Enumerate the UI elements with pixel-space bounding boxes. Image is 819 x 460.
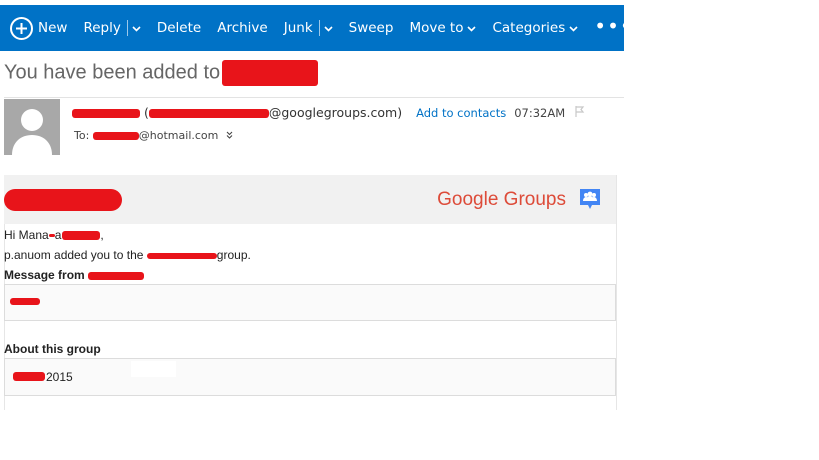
about-group-year: 2015 <box>46 370 73 384</box>
added-line: p.anuom added you to the group. <box>4 248 251 262</box>
message-from-heading: Message from <box>4 268 145 282</box>
blank-patch <box>131 361 176 377</box>
sweep-button[interactable]: Sweep <box>341 5 402 51</box>
more-icon: ••• <box>594 14 633 38</box>
junk-separator <box>318 20 320 36</box>
person-icon <box>12 109 52 155</box>
sender-line: (@googlegroups.com) Add to contacts 07:3… <box>72 105 585 120</box>
redaction-mark <box>72 109 140 118</box>
about-label: About this group <box>4 342 101 356</box>
message-from-label: Message from <box>4 268 85 282</box>
expand-recipients-icon[interactable] <box>226 129 233 142</box>
message-box <box>4 284 616 321</box>
categories-button[interactable]: Categories <box>484 5 586 51</box>
greeting-text: Hi Mana <box>4 228 49 242</box>
avatar <box>4 99 60 155</box>
redaction-mark <box>88 271 145 280</box>
chevron-down-icon <box>467 20 477 36</box>
reply-label: Reply <box>83 20 121 36</box>
new-label: New <box>38 20 68 36</box>
delete-label: Delete <box>156 20 202 36</box>
plus-icon <box>10 16 33 40</box>
junk-button[interactable]: Junk <box>276 5 341 51</box>
header-divider <box>4 97 624 98</box>
categories-label: Categories <box>492 20 566 36</box>
move-to-label: Move to <box>409 20 464 36</box>
redaction-mark <box>222 60 319 86</box>
google-groups-icon <box>578 187 602 211</box>
more-actions-button[interactable]: ••• <box>586 5 640 51</box>
added-text-end: group. <box>216 248 251 262</box>
subject-text: You have been added to <box>4 61 221 84</box>
redaction-mark <box>48 234 55 238</box>
redaction-mark <box>13 372 45 381</box>
message-subject: You have been added to <box>4 60 319 86</box>
delete-button[interactable]: Delete <box>149 5 209 51</box>
greeting-line: Hi Mana a, <box>4 228 104 242</box>
redaction-mark <box>146 252 217 259</box>
redaction-mark <box>4 189 122 211</box>
redaction-mark <box>92 132 139 140</box>
recipient-line: To: @hotmail.com <box>74 129 233 142</box>
about-group-heading: About this group <box>4 342 101 356</box>
chevron-down-icon <box>569 20 578 36</box>
archive-button[interactable]: Archive <box>209 5 276 51</box>
sweep-label: Sweep <box>348 20 394 36</box>
redaction-mark <box>10 298 40 305</box>
reply-separator <box>126 20 128 36</box>
body-right-border <box>616 175 617 410</box>
sender-email-domain: @googlegroups.com) <box>268 105 403 120</box>
chevron-down-icon[interactable] <box>132 20 141 36</box>
move-to-button[interactable]: Move to <box>401 5 484 51</box>
message-time: 07:32AM <box>514 106 566 120</box>
command-toolbar: New Reply Delete Archive Junk Sweep Move… <box>0 5 632 51</box>
flag-icon[interactable] <box>575 106 585 120</box>
redaction-mark <box>62 231 101 241</box>
archive-label: Archive <box>217 20 268 36</box>
add-to-contacts-link[interactable]: Add to contacts <box>416 106 506 120</box>
google-groups-brand: Google Groups <box>437 189 566 210</box>
google-groups-header: Google Groups <box>4 175 616 224</box>
chevron-down-icon[interactable] <box>324 20 333 36</box>
to-label: To: <box>74 129 90 142</box>
junk-label: Junk <box>283 20 313 36</box>
new-button[interactable]: New <box>10 5 75 51</box>
redaction-mark <box>148 109 269 118</box>
reply-button[interactable]: Reply <box>75 5 148 51</box>
added-text-start: p.anuom added you to the <box>4 248 144 262</box>
recipient-email-domain: @hotmail.com <box>138 129 219 142</box>
about-group-box: 2015 <box>4 358 616 396</box>
